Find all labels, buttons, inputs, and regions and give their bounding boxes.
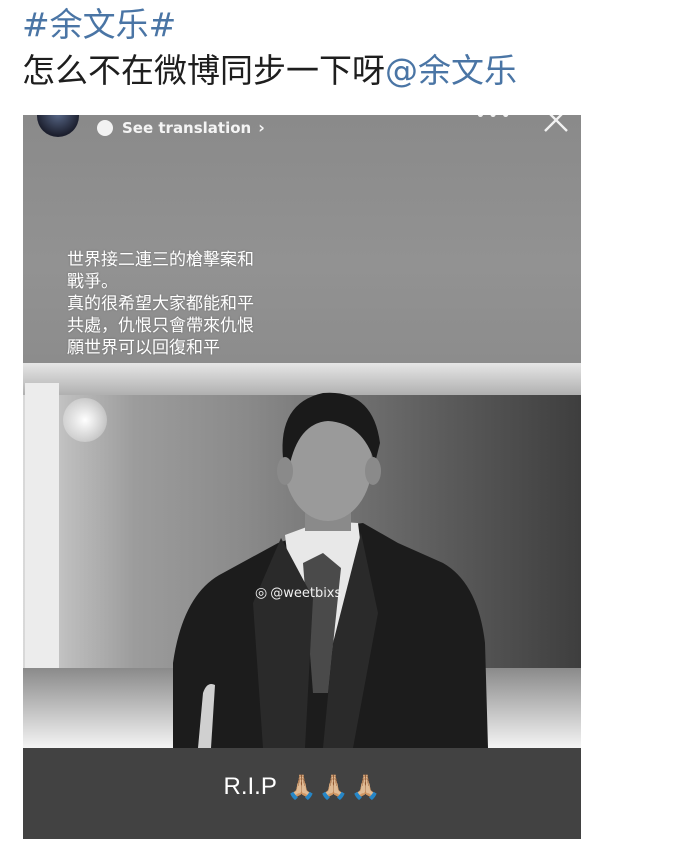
see-translation-button[interactable]: See translation › — [97, 118, 265, 137]
post-body-text: 怎么不在微博同步一下呀 — [22, 51, 385, 90]
hashtag-link[interactable]: #余文乐# — [22, 5, 176, 45]
see-translation-label: See translation — [122, 118, 252, 137]
story-caption: 世界接二連三的槍擊案和 戰爭。 真的很希望大家都能和平 共處，仇恨只會帶來仇恨 … — [67, 250, 254, 358]
translate-icon — [97, 119, 113, 136]
watermark: ◎ @weetbixs — [255, 585, 341, 601]
weibo-icon: ◎ — [255, 585, 268, 601]
person-silhouette — [173, 392, 488, 748]
praying-hands-icon: 🙏🏼 — [350, 773, 381, 801]
close-icon[interactable] — [541, 115, 571, 135]
praying-hands-icon: 🙏🏼 — [318, 773, 349, 801]
story-screenshot: ◎ @weetbixs See translation › ••• 世界接二連三… — [23, 115, 581, 839]
watermark-text: @weetbixs — [270, 585, 342, 601]
praying-hands-icon: 🙏🏼 — [286, 773, 317, 801]
post-body: 怎么不在微博同步一下呀@余文乐 — [22, 51, 517, 91]
more-dots-icon[interactable]: ••• — [475, 115, 513, 126]
chevron-right-icon: › — [258, 118, 265, 137]
rip-text: R.I.P — [223, 773, 277, 800]
story-photo: ◎ @weetbixs — [23, 363, 581, 748]
rip-row: R.I.P 🙏🏼 🙏🏼 🙏🏼 — [23, 773, 581, 801]
mention-link[interactable]: @余文乐 — [385, 51, 517, 90]
